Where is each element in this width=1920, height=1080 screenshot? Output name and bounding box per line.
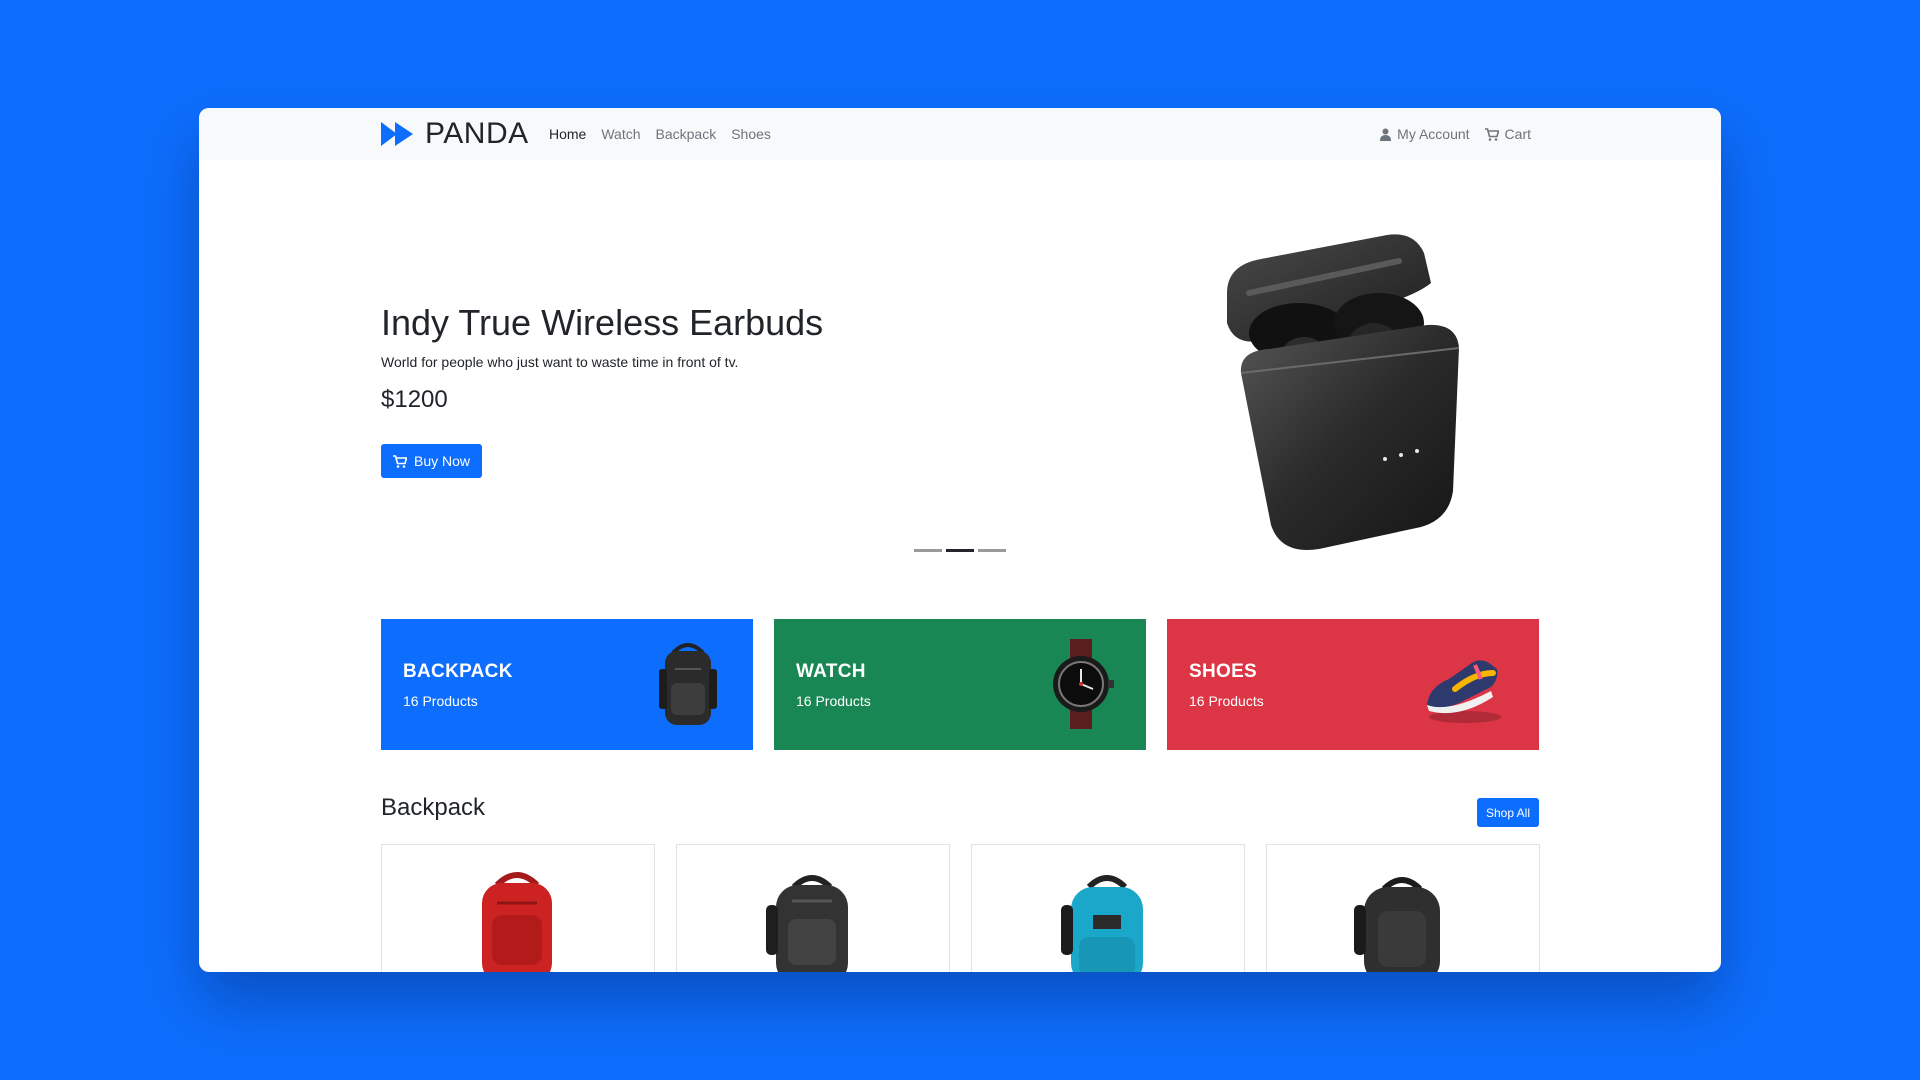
cart-icon [1484,127,1499,141]
section-title: Backpack [381,794,486,821]
brand-name: PANDA [425,117,529,150]
category-backpack[interactable]: BACKPACK 16 Products [381,619,753,750]
earbuds-case-image [1209,223,1499,568]
category-shoes[interactable]: SHOES 16 Products [1167,619,1539,750]
product-card[interactable] [1266,844,1540,972]
category-name: SHOES [1189,661,1258,682]
carousel-indicator-1[interactable] [914,549,942,552]
brand-logo[interactable]: PANDA [381,117,529,150]
user-icon [1380,128,1392,141]
carousel-indicator-3[interactable] [978,549,1006,552]
nav-shoes[interactable]: Shoes [731,126,771,142]
cart-icon [392,454,407,468]
cart-link[interactable]: Cart [1484,126,1531,142]
category-watch[interactable]: WATCH 16 Products [774,619,1146,750]
hero-title: Indy True Wireless Earbuds [381,302,824,343]
product-card[interactable] [971,844,1245,972]
category-count: 16 Products [796,693,871,709]
nav-backpack[interactable]: Backpack [656,126,717,142]
product-card[interactable] [381,844,655,972]
category-count: 16 Products [1189,693,1264,709]
buy-now-label: Buy Now [413,453,471,469]
teal-backpack-image [1061,875,1143,972]
my-account-link[interactable]: My Account [1380,126,1470,142]
navbar: PANDA Home Watch Backpack Shoes My Accou… [199,108,1721,160]
black-backpack-image [1354,877,1440,972]
browser-window: PANDA Home Watch Backpack Shoes My Accou… [199,108,1721,972]
hero-price: $1200 [381,386,448,413]
red-backpack-image [482,872,552,972]
category-count: 16 Products [403,693,478,709]
product-card[interactable] [676,844,950,972]
panda-logo-icon [381,122,413,146]
backpack-image [659,643,717,725]
black-backpack-image [766,875,848,972]
category-name: BACKPACK [403,661,513,682]
carousel-indicator-2[interactable] [946,549,974,552]
hero-subtitle: World for people who just want to waste … [381,354,739,370]
nav-home[interactable]: Home [549,126,586,142]
carousel-indicators [914,549,1006,552]
nav-watch[interactable]: Watch [601,126,640,142]
shop-all-button[interactable]: Shop All [1477,798,1539,827]
nav-links: Home Watch Backpack Shoes [549,108,771,160]
nav-right: My Account Cart [1380,108,1531,160]
category-name: WATCH [796,661,866,682]
buy-now-button[interactable]: Buy Now [381,444,482,478]
watch-image [1053,639,1114,729]
shoe-image [1427,660,1501,723]
cart-label: Cart [1504,126,1531,142]
my-account-label: My Account [1397,126,1470,142]
